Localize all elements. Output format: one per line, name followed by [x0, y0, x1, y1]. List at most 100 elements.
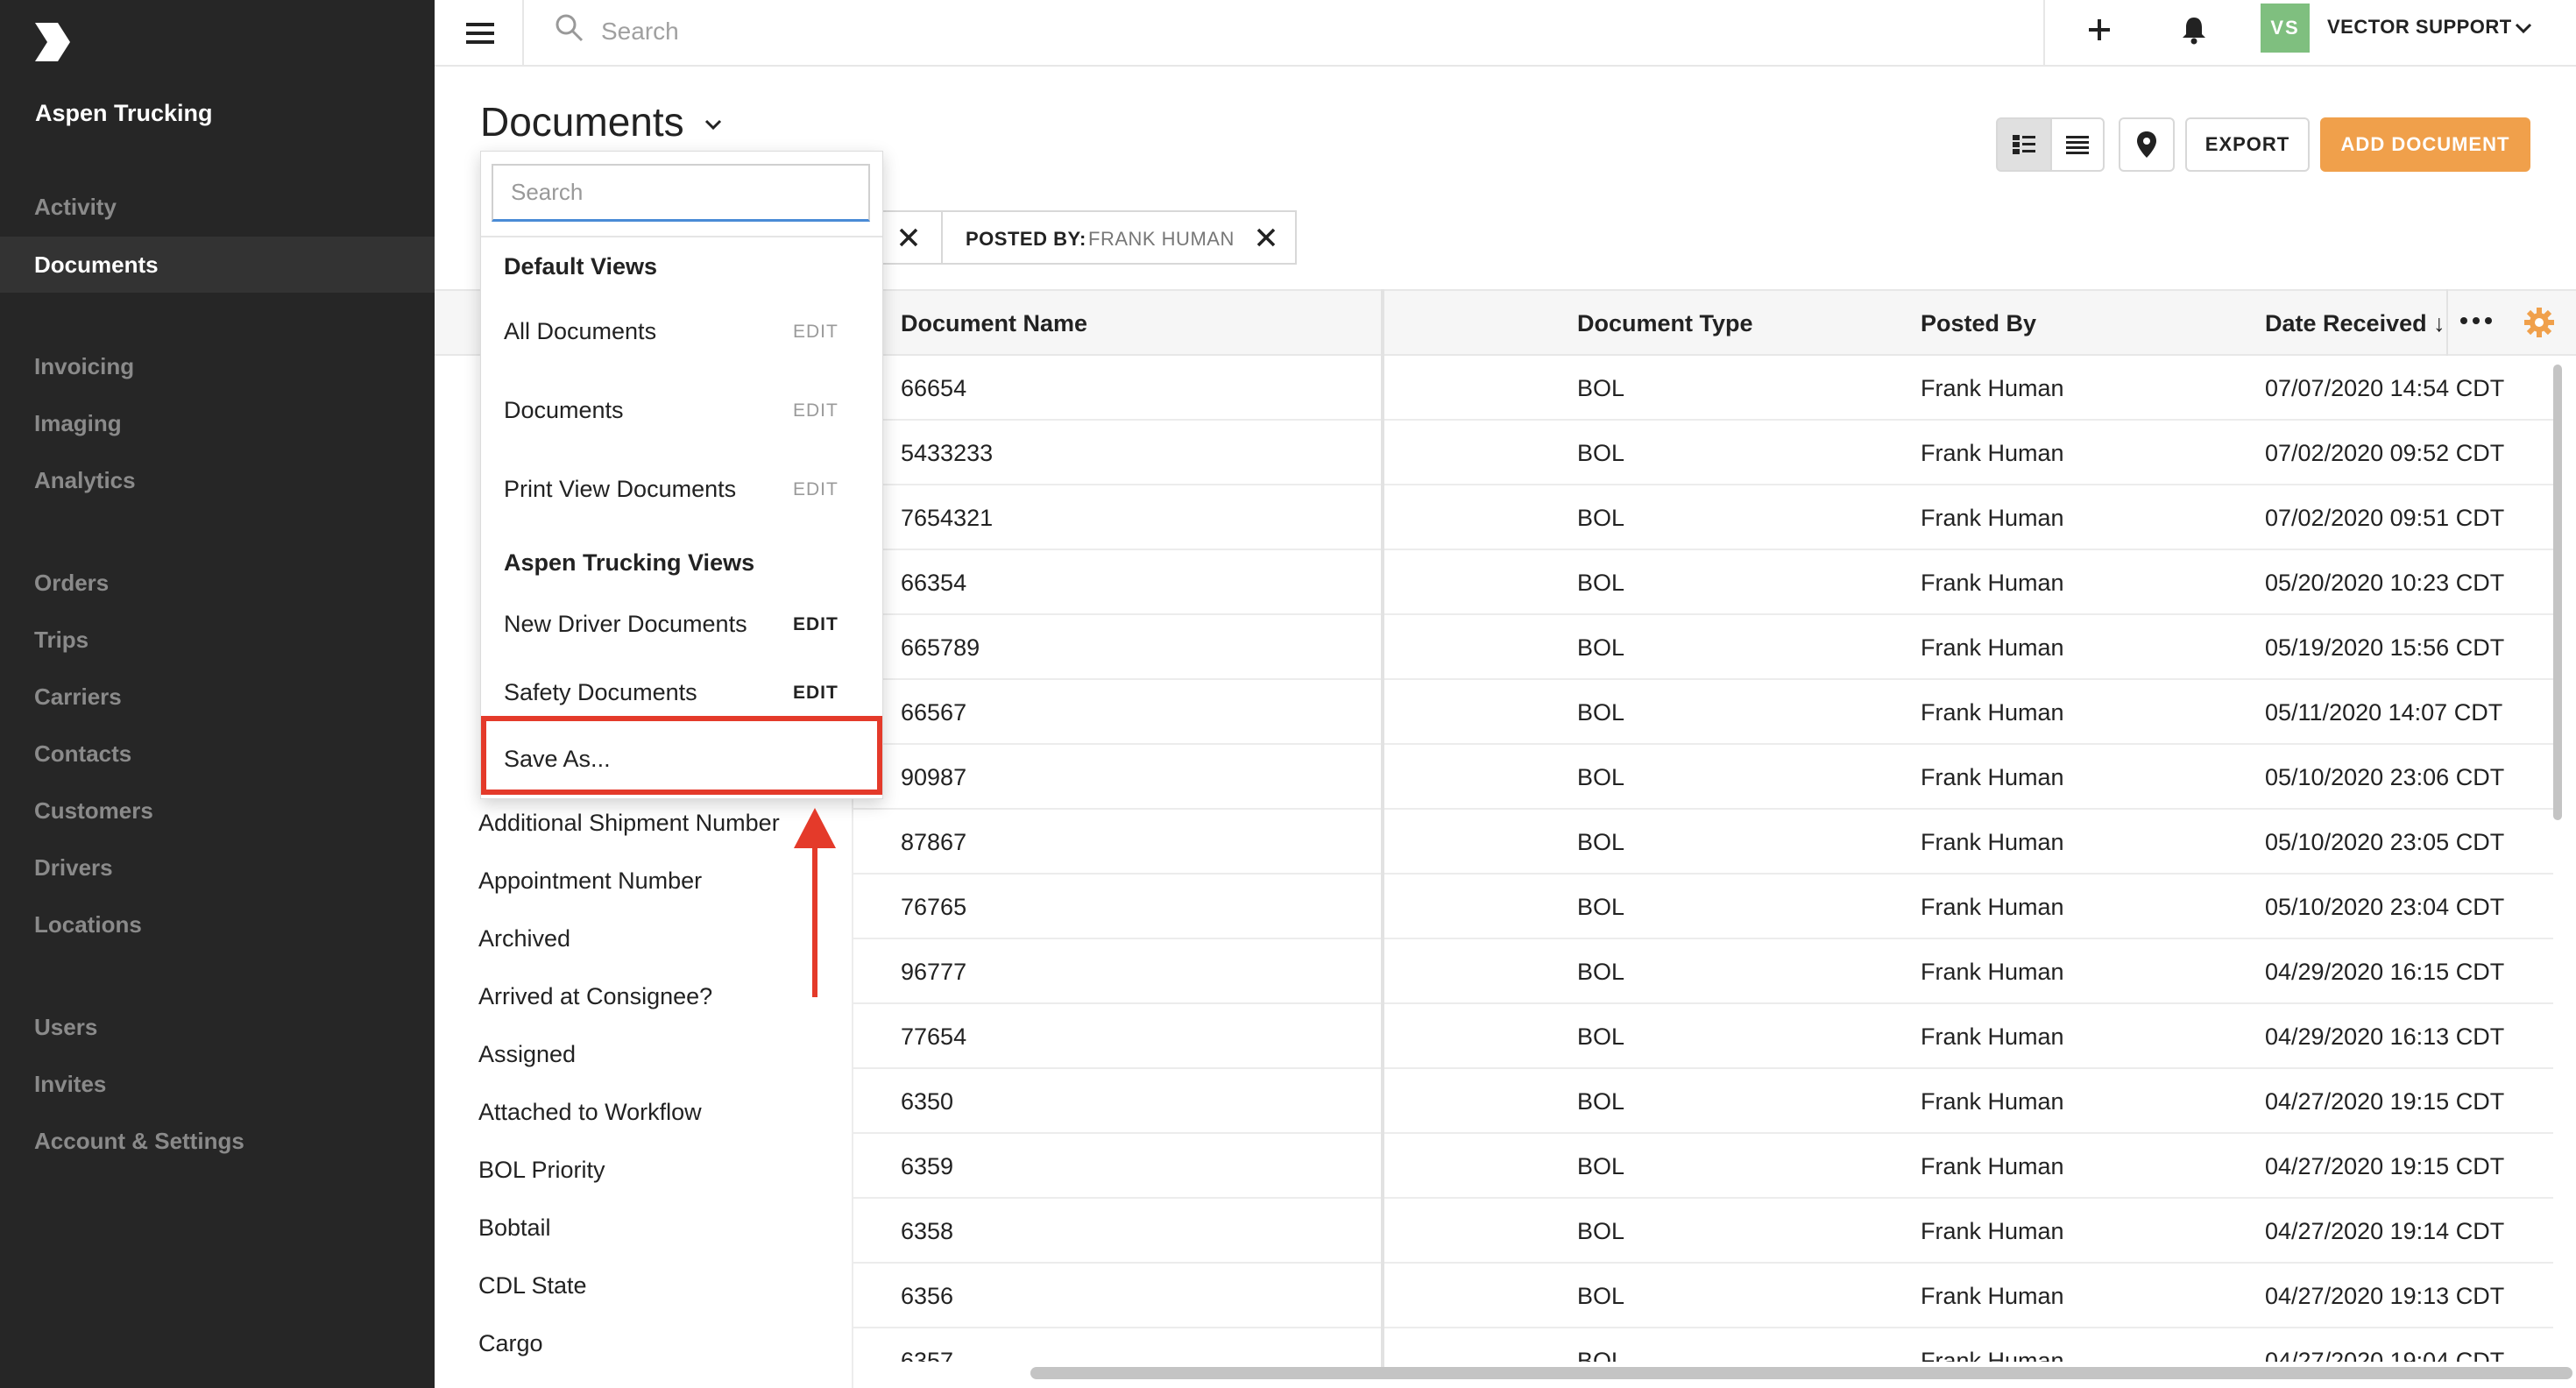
close-icon[interactable] — [897, 226, 920, 249]
field-item[interactable]: Bobtail — [478, 1214, 551, 1242]
cell-document-name[interactable]: 66354 — [901, 570, 966, 597]
view-item-new-driver-documents[interactable]: New Driver Documents — [504, 611, 747, 638]
chevron-down-icon[interactable] — [703, 114, 724, 135]
bell-icon[interactable] — [2176, 12, 2212, 47]
cell-document-name[interactable]: 665789 — [901, 634, 980, 662]
field-item[interactable]: Appointment Number — [478, 868, 702, 895]
cell-posted-by: Frank Human — [1921, 440, 2064, 466]
table-row[interactable]: 66654 BOL Frank Human 07/07/2020 14:54 C… — [853, 356, 2553, 421]
table-row[interactable]: 665789 BOL Frank Human 05/19/2020 15:56 … — [853, 615, 2553, 680]
export-button[interactable]: EXPORT — [2185, 117, 2310, 172]
field-item[interactable]: Assigned — [478, 1041, 576, 1068]
field-item[interactable]: Attached to Workflow — [478, 1099, 702, 1126]
cell-document-name[interactable]: 6356 — [901, 1283, 953, 1310]
table-row[interactable]: 6359 BOL Frank Human 04/27/2020 19:15 CD… — [853, 1134, 2553, 1199]
view-item-all-documents[interactable]: All Documents — [504, 318, 656, 345]
table-row[interactable]: 6357 BOL Frank Human 04/27/2020 19:04 CD… — [853, 1328, 2553, 1362]
table-row[interactable]: 77654 BOL Frank Human 04/29/2020 16:13 C… — [853, 1004, 2553, 1069]
table-row[interactable]: 96777 BOL Frank Human 04/29/2020 16:15 C… — [853, 939, 2553, 1004]
add-document-button[interactable]: ADD DOCUMENT — [2320, 117, 2530, 172]
view-item-documents[interactable]: Documents — [504, 397, 624, 424]
sidebar-item-invoicing[interactable]: Invoicing — [0, 338, 435, 394]
column-header-document-name[interactable]: Document Name — [901, 310, 1087, 337]
cell-posted-by: Frank Human — [1921, 959, 2064, 985]
cell-document-name[interactable]: 6359 — [901, 1153, 953, 1180]
sidebar-item-account-settings[interactable]: Account & Settings — [0, 1113, 435, 1169]
edit-view-button[interactable]: EDIT — [793, 479, 839, 500]
table-row[interactable]: 6356 BOL Frank Human 04/27/2020 19:13 CD… — [853, 1264, 2553, 1328]
cell-date-received: 04/27/2020 19:15 CDT — [2265, 1088, 2505, 1115]
cell-document-name[interactable]: 6358 — [901, 1218, 953, 1245]
sidebar-item-orders[interactable]: Orders — [0, 555, 435, 611]
sidebar-item-drivers[interactable]: Drivers — [0, 839, 435, 896]
table-row[interactable]: 90987 BOL Frank Human 05/10/2020 23:06 C… — [853, 745, 2553, 810]
table-row[interactable]: 66354 BOL Frank Human 05/20/2020 10:23 C… — [853, 550, 2553, 615]
gear-icon[interactable] — [2523, 307, 2555, 338]
column-header-document-type[interactable]: Document Type — [1577, 310, 1753, 337]
cell-document-name[interactable]: 66654 — [901, 375, 966, 402]
table-row[interactable]: 5433233 BOL Frank Human 07/02/2020 09:52… — [853, 421, 2553, 485]
horizontal-scrollbar[interactable] — [1030, 1367, 2572, 1379]
sidebar-item-users[interactable]: Users — [0, 999, 435, 1055]
sidebar-item-activity[interactable]: Activity — [0, 179, 435, 235]
more-dots-icon[interactable] — [2459, 312, 2494, 329]
cell-document-name[interactable]: 76765 — [901, 894, 966, 921]
global-search-input[interactable] — [601, 12, 1127, 51]
view-item-print-view-documents[interactable]: Print View Documents — [504, 476, 736, 503]
list-view-button[interactable] — [2050, 117, 2105, 172]
cell-document-name[interactable]: 87867 — [901, 829, 966, 856]
sidebar-item-carriers[interactable]: Carriers — [0, 669, 435, 725]
table-row[interactable]: 87867 BOL Frank Human 05/10/2020 23:05 C… — [853, 810, 2553, 875]
table-row[interactable]: 6358 BOL Frank Human 04/27/2020 19:14 CD… — [853, 1199, 2553, 1264]
field-item[interactable]: Archived — [478, 925, 570, 952]
edit-view-button[interactable]: EDIT — [793, 322, 839, 343]
edit-view-button[interactable]: EDIT — [793, 683, 839, 704]
view-item-safety-documents[interactable]: Safety Documents — [504, 679, 697, 706]
sidebar-item-imaging[interactable]: Imaging — [0, 395, 435, 451]
sidebar-item-locations[interactable]: Locations — [0, 896, 435, 952]
cell-document-name[interactable]: 5433233 — [901, 440, 993, 467]
table-row[interactable]: 7654321 BOL Frank Human 07/02/2020 09:51… — [853, 485, 2553, 550]
sidebar-item-documents[interactable]: Documents — [0, 237, 435, 293]
close-icon[interactable] — [1255, 226, 1277, 249]
edit-view-button[interactable]: EDIT — [793, 400, 839, 421]
field-item[interactable]: CDL State — [478, 1272, 587, 1299]
column-header-posted-by[interactable]: Posted By — [1921, 310, 2036, 337]
user-menu-label[interactable]: VECTOR SUPPORT — [2327, 16, 2512, 39]
field-item[interactable]: Cargo — [478, 1330, 543, 1357]
cell-document-name[interactable]: 77654 — [901, 1023, 966, 1051]
cell-posted-by: Frank Human — [1921, 1348, 2064, 1362]
logo-icon[interactable] — [32, 21, 74, 63]
field-item[interactable]: BOL Priority — [478, 1157, 605, 1184]
vertical-scrollbar[interactable] — [2553, 365, 2562, 820]
table-row[interactable]: 76765 BOL Frank Human 05/10/2020 23:04 C… — [853, 875, 2553, 939]
column-resize-handle[interactable] — [1381, 289, 1384, 1367]
cell-document-name[interactable]: 6357 — [901, 1348, 953, 1362]
table-row[interactable]: 6350 BOL Frank Human 04/27/2020 19:15 CD… — [853, 1069, 2553, 1134]
sidebar-item-analytics[interactable]: Analytics — [0, 452, 435, 508]
page-title[interactable]: Documents — [480, 98, 684, 145]
views-search-input[interactable] — [492, 164, 870, 222]
card-view-button[interactable] — [1996, 117, 2052, 172]
sidebar-item-invites[interactable]: Invites — [0, 1056, 435, 1112]
sidebar-item-customers[interactable]: Customers — [0, 783, 435, 839]
plus-icon[interactable] — [2082, 12, 2117, 47]
save-as-button[interactable]: Save As... — [481, 716, 882, 795]
hamburger-icon[interactable] — [463, 16, 498, 51]
avatar[interactable]: VS — [2261, 4, 2310, 53]
cell-document-name[interactable]: 66567 — [901, 699, 966, 726]
table-row[interactable]: 66567 BOL Frank Human 05/11/2020 14:07 C… — [853, 680, 2553, 745]
field-item[interactable]: Additional Shipment Number — [478, 810, 780, 837]
cell-posted-by: Frank Human — [1921, 894, 2064, 920]
cell-document-name[interactable]: 7654321 — [901, 505, 993, 532]
chevron-down-icon[interactable] — [2513, 18, 2534, 39]
cell-document-name[interactable]: 96777 — [901, 959, 966, 986]
cell-document-name[interactable]: 6350 — [901, 1088, 953, 1115]
edit-view-button[interactable]: EDIT — [793, 614, 839, 635]
sidebar-item-contacts[interactable]: Contacts — [0, 726, 435, 782]
column-header-date-received[interactable]: Date Received ↓ — [2265, 310, 2445, 337]
cell-document-name[interactable]: 90987 — [901, 764, 966, 791]
map-view-button[interactable] — [2119, 117, 2175, 172]
sidebar-item-trips[interactable]: Trips — [0, 612, 435, 668]
field-item[interactable]: Arrived at Consignee? — [478, 983, 712, 1010]
